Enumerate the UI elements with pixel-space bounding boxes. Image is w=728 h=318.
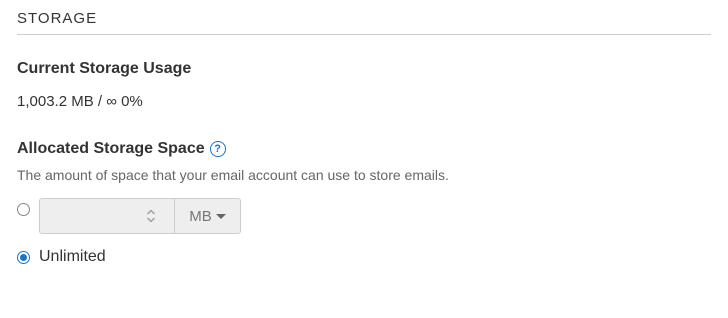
allocated-storage-description: The amount of space that your email acco… bbox=[17, 167, 449, 183]
spinner-arrows-icon[interactable] bbox=[146, 208, 156, 224]
section-title: STORAGE bbox=[17, 10, 98, 27]
current-usage-value: 1,003.2 MB / ∞ 0% bbox=[17, 93, 143, 110]
caret-down-icon bbox=[215, 214, 226, 219]
allocated-storage-heading: Allocated Storage Space ? bbox=[17, 140, 226, 158]
question-circle-icon[interactable]: ? bbox=[209, 141, 226, 157]
storage-quota-field[interactable] bbox=[39, 198, 174, 234]
unlimited-storage-label[interactable]: Unlimited bbox=[39, 248, 106, 266]
storage-quota-input-group: MB bbox=[39, 198, 241, 234]
unlimited-storage-radio[interactable] bbox=[17, 251, 30, 264]
allocated-storage-label: Allocated Storage Space bbox=[17, 140, 205, 157]
section-divider bbox=[17, 34, 711, 35]
storage-unit-dropdown[interactable]: MB bbox=[174, 198, 241, 234]
limited-storage-radio[interactable] bbox=[17, 203, 30, 216]
current-usage-label: Current Storage Usage bbox=[17, 60, 192, 77]
storage-unit-label: MB bbox=[189, 207, 212, 225]
